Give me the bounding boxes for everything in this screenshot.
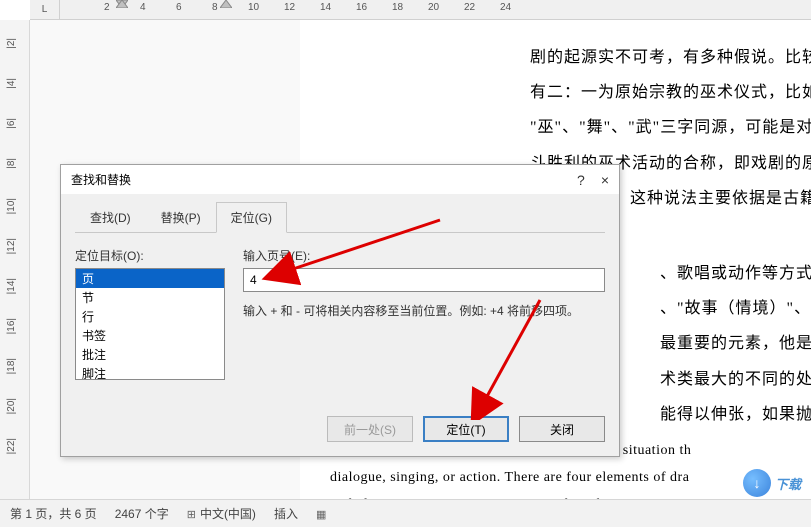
watermark-text: 下载 <box>775 474 801 493</box>
goto-button[interactable]: 定位(T) <box>423 416 509 442</box>
dialog-titlebar[interactable]: 查找和替换 ? × <box>61 165 619 194</box>
status-macro-icon[interactable]: ▦ <box>316 507 330 521</box>
dialog-body: 查找(D) 替换(P) 定位(G) 定位目标(O): 页 节 行 书签 批注 脚… <box>61 194 619 456</box>
v-ruler-tick: |6| <box>6 118 17 129</box>
text-line: "巫"、"舞"、"武"三字同源，可能是对一种 <box>530 110 810 145</box>
ruler-tick: 22 <box>464 2 475 13</box>
option-footnote[interactable]: 脚注 <box>76 364 224 380</box>
ruler-tick: 10 <box>248 2 259 13</box>
watermark-logo: ↓ 下载 <box>743 469 801 497</box>
h-ruler-track: 2 4 6 8 10 12 14 16 18 20 22 24 <box>60 0 811 19</box>
ruler-tick: 14 <box>320 2 331 13</box>
vertical-ruler: |2| |4| |6| |8| |10| |12| |14| |16| |18|… <box>0 20 30 527</box>
download-icon: ↓ <box>743 469 771 497</box>
text-line: 有二：一为原始宗教的巫术仪式，比如上古 <box>530 75 810 110</box>
option-section[interactable]: 节 <box>76 288 224 307</box>
text-line: dialogue, singing, or action. There are … <box>330 467 810 488</box>
dialog-close-button[interactable]: × <box>601 172 609 188</box>
text-line: 能得以伸张，如果抛弃了 <box>660 397 810 432</box>
status-page[interactable]: 第 1 页，共 6 页 <box>10 505 97 522</box>
previous-button: 前一处(S) <box>327 416 413 442</box>
page-number-label: 输入页号(E): <box>243 247 605 264</box>
ruler-tick: 20 <box>428 2 439 13</box>
page-number-input[interactable] <box>243 268 605 292</box>
option-comment[interactable]: 批注 <box>76 345 224 364</box>
v-ruler-tick: |14| <box>6 278 17 294</box>
status-bar: 第 1 页，共 6 页 2467 个字 ⊞中文(中国) 插入 ▦ <box>0 499 811 527</box>
option-page[interactable]: 页 <box>76 269 224 288</box>
option-line[interactable]: 行 <box>76 307 224 326</box>
ruler-tick: 8 <box>212 2 218 13</box>
option-bookmark[interactable]: 书签 <box>76 326 224 345</box>
v-ruler-tick: |8| <box>6 158 17 169</box>
v-ruler-tick: |10| <box>6 198 17 214</box>
ruler-tick: 12 <box>284 2 295 13</box>
v-ruler-tick: |2| <box>6 38 17 49</box>
ruler-tick: 4 <box>140 2 146 13</box>
v-ruler-tick: |18| <box>6 358 17 374</box>
language-icon: ⊞ <box>187 509 196 521</box>
ruler-corner: L <box>30 0 60 20</box>
ruler-tick: 6 <box>176 2 182 13</box>
status-language[interactable]: ⊞中文(中国) <box>187 505 256 522</box>
indent-marker-right[interactable] <box>220 0 232 8</box>
find-replace-dialog: 查找和替换 ? × 查找(D) 替换(P) 定位(G) 定位目标(O): 页 节… <box>60 164 620 457</box>
text-line: 术类最大的不同的处便在 <box>660 362 810 397</box>
text-line: 、歌唱或动作等方式表演 <box>660 256 810 291</box>
goto-hint: 输入 + 和 - 可将相关内容移至当前位置。例如: +4 将前移四项。 <box>243 302 605 319</box>
status-insert-mode[interactable]: 插入 <box>274 505 298 522</box>
tab-find[interactable]: 查找(D) <box>75 202 146 232</box>
text-line: 、"故事（情境）"、"舞 <box>660 291 810 326</box>
ruler-tick: 16 <box>356 2 367 13</box>
ruler-tick: 2 <box>104 2 110 13</box>
v-ruler-tick: |22| <box>6 438 17 454</box>
horizontal-ruler: L 2 4 6 8 10 12 14 16 18 20 22 24 <box>30 0 811 20</box>
status-word-count[interactable]: 2467 个字 <box>115 505 169 522</box>
tab-goto[interactable]: 定位(G) <box>216 202 287 233</box>
indent-marker-bottom[interactable] <box>116 0 128 8</box>
ruler-tick: 24 <box>500 2 511 13</box>
goto-target-listbox[interactable]: 页 节 行 书签 批注 脚注 <box>75 268 225 380</box>
dialog-title: 查找和替换 <box>71 171 131 188</box>
v-ruler-tick: |16| <box>6 318 17 334</box>
close-button[interactable]: 关闭 <box>519 416 605 442</box>
text-line: 剧的起源实不可考，有多种假说。比较主流 <box>530 40 810 75</box>
text-line: 这种说法主要依据是古籍 <box>630 181 810 216</box>
ruler-tick: 18 <box>392 2 403 13</box>
text-line: 最重要的元素，他是角色 <box>660 326 810 361</box>
v-ruler-tick: |4| <box>6 78 17 89</box>
v-ruler-tick: |12| <box>6 238 17 254</box>
macro-icon: ▦ <box>316 509 326 521</box>
dialog-help-button[interactable]: ? <box>577 172 585 188</box>
tab-replace[interactable]: 替换(P) <box>146 202 216 232</box>
dialog-tabs: 查找(D) 替换(P) 定位(G) <box>75 202 605 233</box>
goto-target-label: 定位目标(O): <box>75 247 225 264</box>
v-ruler-tick: |20| <box>6 398 17 414</box>
